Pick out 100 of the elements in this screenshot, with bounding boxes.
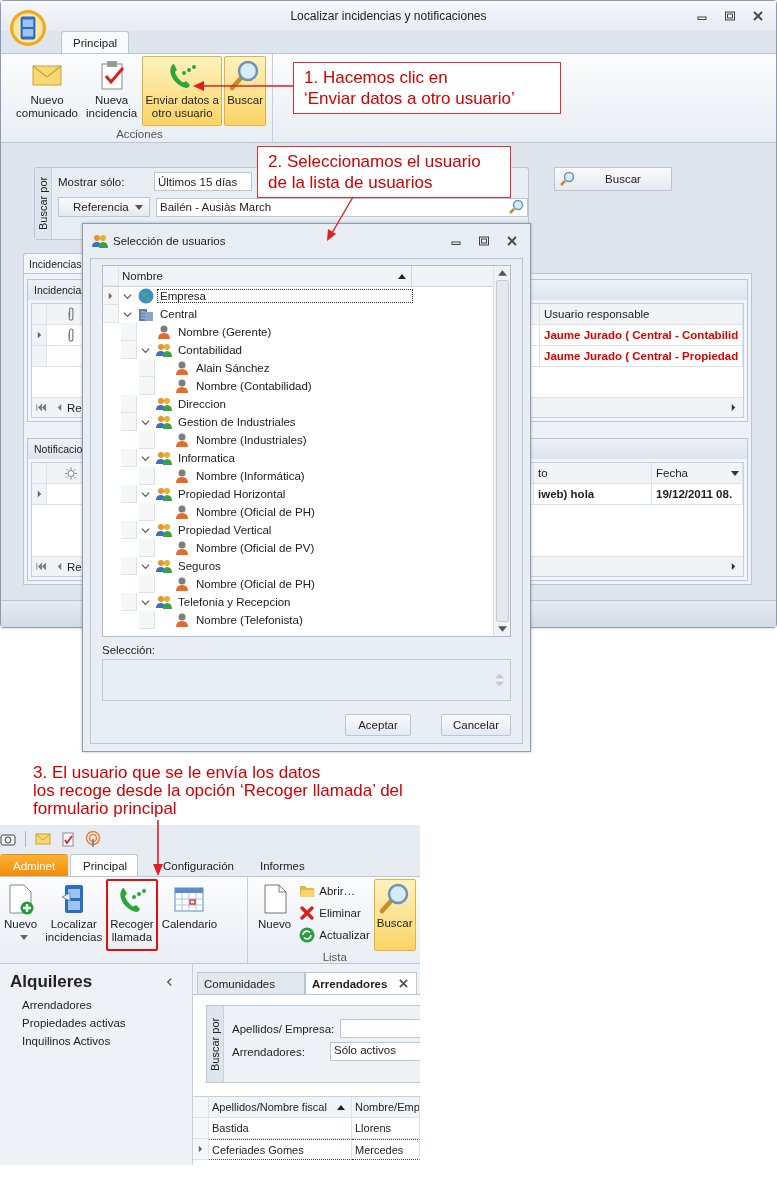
sidebar-title: Alquileres: [10, 972, 93, 992]
search-icon[interactable]: [508, 199, 524, 215]
app-logo-icon[interactable]: [9, 9, 47, 47]
close-icon[interactable]: [399, 979, 409, 988]
user-group-icon: [92, 233, 108, 249]
tree-item[interactable]: Seguros: [175, 559, 224, 573]
tree-item[interactable]: Nombre (Oficial de PH): [193, 577, 318, 591]
sidebar-item[interactable]: Inquilinos Activos: [10, 1032, 111, 1050]
tree-item[interactable]: Direccion: [175, 397, 229, 411]
search-button[interactable]: Buscar: [554, 167, 672, 191]
sidebar-item[interactable]: Arrendadores: [10, 996, 92, 1014]
callout-note: 2. Seleccionamos el usuario de la lista de usuarios: [257, 146, 511, 198]
field-dropdown[interactable]: Referencia: [58, 197, 150, 217]
next-page-icon[interactable]: [730, 562, 737, 571]
column-header[interactable]: Fecha: [652, 463, 743, 484]
ribbon-tab[interactable]: Principal: [70, 854, 138, 876]
ribbon-button[interactable]: Buscar: [224, 56, 266, 126]
period-field[interactable]: Últimos 15 días: [154, 172, 252, 191]
expander-icon[interactable]: [141, 489, 150, 499]
ribbon-button[interactable]: Recoger llamada: [106, 879, 158, 951]
ribbon-button[interactable]: Buscar: [373, 879, 416, 951]
panel-title: Notificacio: [34, 443, 83, 455]
expander-icon[interactable]: [141, 417, 150, 427]
ribbon-button[interactable]: Abrir…: [297, 881, 372, 901]
tree-item[interactable]: Nombre (Contabilidad): [193, 379, 315, 393]
restore-icon[interactable]: [478, 235, 490, 247]
expander-icon[interactable]: [123, 309, 132, 319]
row-header[interactable]: [32, 325, 47, 346]
ribbon-button[interactable]: Nuevo comunicado: [13, 56, 81, 126]
tree-item[interactable]: Informatica: [175, 451, 238, 465]
next-page-icon[interactable]: [730, 403, 737, 412]
scrollbar[interactable]: [493, 266, 510, 636]
previous-page-icon[interactable]: [56, 403, 63, 412]
ribbon-button[interactable]: Calendario: [157, 879, 222, 951]
clipboard-icon[interactable]: [60, 830, 76, 847]
tree-item[interactable]: Nombre (Oficial de PH): [193, 505, 318, 519]
tree-item[interactable]: Nombre (Oficial de PV): [193, 541, 318, 555]
close-icon[interactable]: [506, 235, 518, 247]
expander-icon[interactable]: [123, 291, 132, 301]
ribbon-tab[interactable]: Principal: [61, 31, 130, 53]
tree-item[interactable]: Propiedad Vertical: [175, 523, 275, 537]
restore-icon[interactable]: [724, 10, 736, 22]
group-label: Lista: [322, 951, 347, 963]
tree-item[interactable]: Gestion de Industriales: [175, 415, 299, 429]
expander-icon[interactable]: [141, 561, 150, 571]
tree-item[interactable]: Nombre (Industriales): [193, 433, 310, 447]
column-header[interactable]: Apellidos/Nombre fiscal: [209, 1097, 352, 1118]
input-field[interactable]: Sólo activos: [330, 1042, 420, 1061]
ribbon-button[interactable]: Localizar incidencias: [41, 879, 107, 951]
ribbon-tab[interactable]: Informes: [246, 854, 318, 876]
column-header[interactable]: Nombre: [119, 266, 412, 286]
search-field[interactable]: Bailén - Ausiàs March: [156, 197, 528, 217]
ribbon-button[interactable]: Enviar datos a otro usuario: [142, 56, 223, 126]
column-header[interactable]: Usuario responsable: [540, 304, 743, 325]
column-header[interactable]: to: [534, 463, 652, 484]
scroll-up-icon[interactable]: [497, 270, 507, 276]
ribbon-button[interactable]: Nueva incidencia: [83, 56, 141, 126]
row-header[interactable]: [32, 484, 47, 505]
ribbon-button[interactable]: Actualizar: [297, 925, 372, 945]
side-label: Buscar por: [35, 168, 52, 239]
dialog-button[interactable]: Cancelar: [441, 714, 511, 736]
row-header[interactable]: [103, 287, 119, 305]
expander-icon[interactable]: [141, 597, 150, 607]
tree-item[interactable]: Central: [157, 307, 201, 321]
close-icon[interactable]: [752, 10, 764, 22]
user-group-icon: [156, 486, 172, 502]
selection-field[interactable]: [102, 659, 511, 701]
dropdown-icon: [135, 204, 143, 210]
tree-item[interactable]: Nombre (Telefonista): [193, 613, 306, 627]
ribbon-button[interactable]: Nuevo: [0, 879, 42, 951]
broadcast-icon[interactable]: [85, 830, 101, 847]
tree-item[interactable]: Propiedad Horizontal: [175, 487, 289, 501]
sidebar-item[interactable]: Propiedades activas: [10, 1014, 126, 1032]
expander-icon[interactable]: [141, 453, 150, 463]
tree-item[interactable]: Empresa: [157, 289, 413, 303]
ribbon-button[interactable]: Eliminar: [297, 903, 372, 923]
dialog-button[interactable]: Aceptar: [345, 714, 411, 736]
ribbon-button[interactable]: Nuevo: [254, 879, 296, 951]
row-header[interactable]: [193, 1139, 209, 1160]
tree-item[interactable]: Nombre (Informática): [193, 469, 308, 483]
tree-item[interactable]: Telefonia y Recepcion: [175, 595, 294, 609]
previous-page-icon[interactable]: [56, 562, 63, 571]
tree-item[interactable]: Nombre (Gerente): [175, 325, 275, 339]
user-group-icon: [156, 396, 172, 412]
column-header[interactable]: Nombre/Emp: [352, 1097, 420, 1118]
envelope-icon[interactable]: [35, 830, 51, 847]
tree-item[interactable]: Alain Sánchez: [193, 361, 273, 375]
current-row-icon: [36, 331, 42, 339]
tree-item[interactable]: Contabilidad: [175, 343, 245, 357]
input-field[interactable]: [340, 1019, 420, 1038]
paperclip-icon: [65, 327, 77, 343]
user-icon: [174, 360, 190, 376]
user-icon: [174, 576, 190, 592]
expander-icon[interactable]: [141, 525, 150, 535]
globe-icon: [138, 288, 154, 304]
ribbon-tab[interactable]: Configuración: [150, 854, 247, 876]
document-tab[interactable]: Comunidades: [197, 972, 305, 994]
collapse-icon[interactable]: [166, 977, 173, 987]
expander-icon[interactable]: [141, 345, 150, 355]
document-tab[interactable]: Arrendadores: [305, 972, 418, 994]
